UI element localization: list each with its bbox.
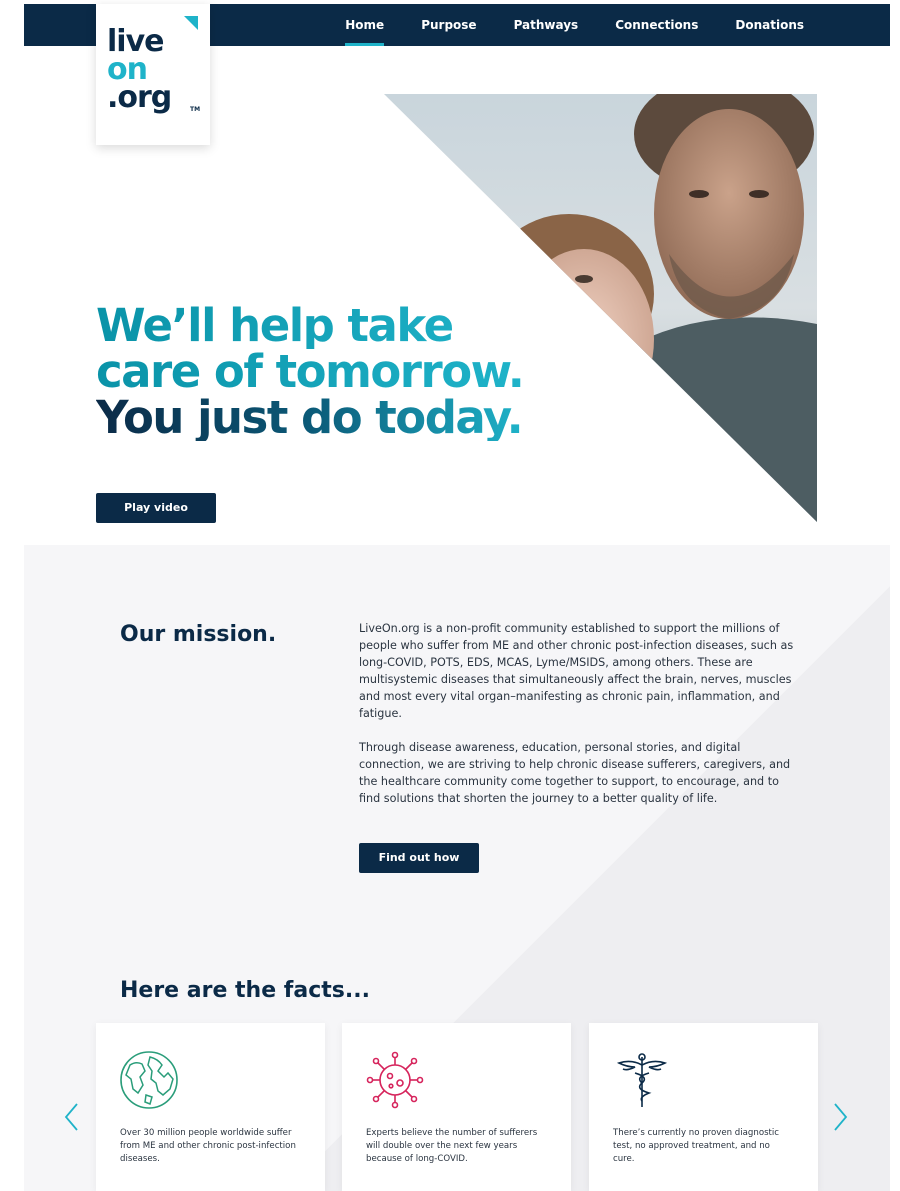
carousel-prev-arrow[interactable] [62,1101,82,1133]
nav-donations[interactable]: Donations [735,4,804,46]
chevron-left-icon [64,1103,78,1131]
fact-text: There’s currently no proven diagnostic t… [613,1128,780,1164]
nav-pathways[interactable]: Pathways [514,4,579,46]
carousel-next-arrow[interactable] [830,1101,850,1133]
hero-headline-line2: care of tomorrow. [96,345,525,398]
mission-body: LiveOn.org is a non-profit community est… [359,620,799,807]
find-out-how-button[interactable]: Find out how [359,843,479,873]
nav-purpose[interactable]: Purpose [421,4,476,46]
logo-corner-mark [184,16,198,30]
chevron-right-icon [834,1103,848,1131]
play-video-button[interactable]: Play video [96,493,216,523]
fact-card: There’s currently no proven diagnostic t… [589,1023,818,1191]
hero-headline-line1: We’ll help take [96,303,523,349]
site-logo[interactable]: live on .org TM [96,4,210,145]
nav-home[interactable]: Home [345,4,384,46]
mission-paragraph-1: LiveOn.org is a non-profit community est… [359,622,794,720]
fact-text: Experts believe the number of sufferers … [366,1128,538,1164]
globe-icon [120,1051,178,1109]
main-nav: Home Purpose Pathways Connections Donati… [345,4,804,46]
logo-trademark: TM [190,106,201,113]
logo-line-org: .org [107,80,172,115]
fact-card: Over 30 million people worldwide suffer … [96,1023,325,1191]
fact-text: Over 30 million people worldwide suffer … [120,1128,296,1164]
hero-headline-line3: You just do today. [96,391,524,444]
nav-connections[interactable]: Connections [615,4,698,46]
hero-headline: We’ll help take care of tomorrow. You ju… [96,303,525,444]
facts-title: Here are the facts... [120,978,370,1003]
mission-paragraph-2: Through disease awareness, education, pe… [359,741,791,805]
fact-card: Experts believe the number of sufferers … [342,1023,571,1191]
caduceus-icon [616,1053,668,1107]
mission-title: Our mission. [120,622,277,647]
logo-wordmark: live on .org [107,27,172,115]
virus-icon [366,1051,424,1109]
